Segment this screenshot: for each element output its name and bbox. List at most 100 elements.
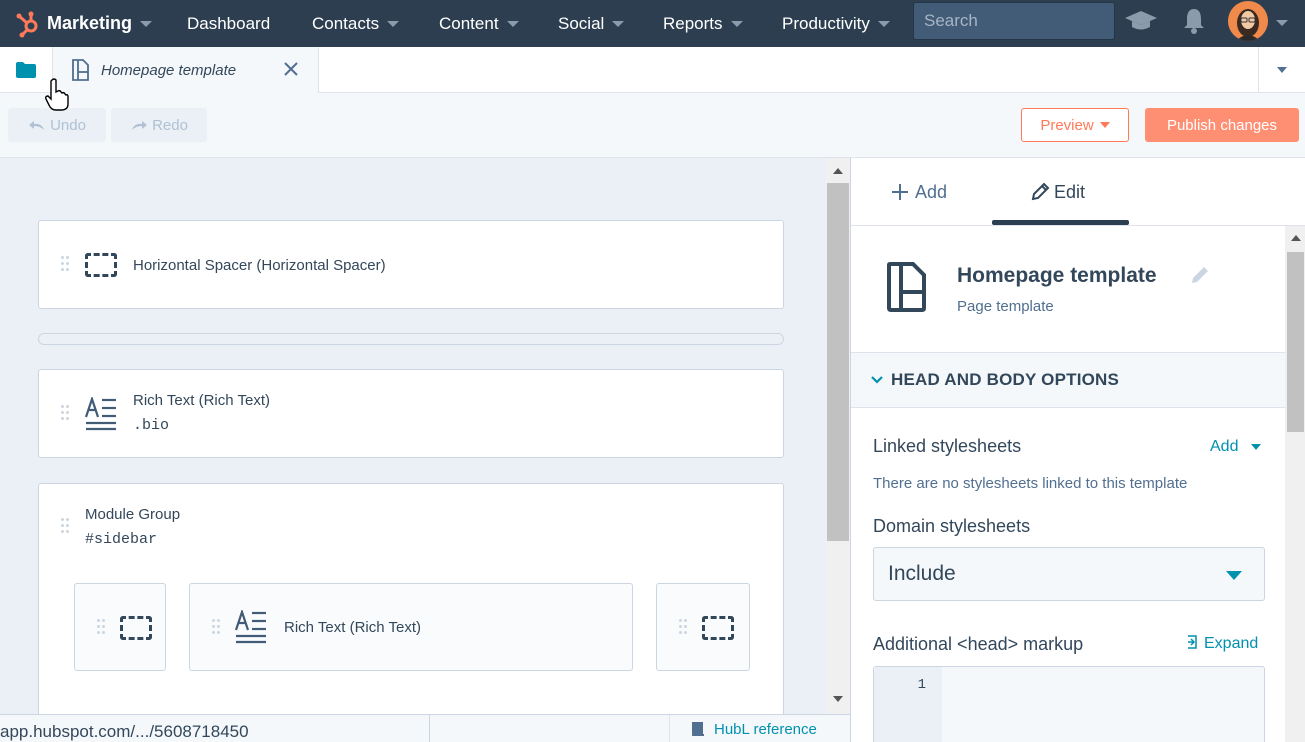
drag-handle-icon[interactable]	[61, 518, 69, 536]
folder-icon	[16, 61, 36, 78]
chevron-down-icon	[612, 20, 625, 27]
tab-edit[interactable]: Edit	[1030, 158, 1085, 226]
preview-button[interactable]: Preview	[1021, 108, 1129, 142]
module-title: Module Group	[85, 506, 181, 523]
scroll-down-icon[interactable]	[833, 696, 843, 702]
brand-menu[interactable]: Marketing	[0, 0, 153, 47]
active-tab-indicator	[992, 220, 1129, 225]
template-title: Homepage template	[957, 264, 1157, 287]
nav-item-dashboard[interactable]: Dashboard	[187, 0, 270, 47]
nav-item-social[interactable]: Social	[558, 0, 625, 47]
chevron-down-icon	[1250, 443, 1261, 450]
head-and-body-options-toggle[interactable]: HEAD AND BODY OPTIONS	[851, 352, 1285, 408]
redo-icon	[132, 121, 148, 130]
nav-item-productivity[interactable]: Productivity	[782, 0, 890, 47]
edit-name-icon[interactable]	[1189, 264, 1211, 286]
file-tab-bar: Homepage template	[0, 47, 1305, 93]
search-input[interactable]	[913, 2, 1115, 40]
module-title: Rich Text (Rich Text)	[284, 619, 421, 636]
tab-add[interactable]: Add	[891, 158, 947, 226]
nav-item-contacts[interactable]: Contacts	[312, 0, 400, 47]
head-markup-editor[interactable]: 1	[873, 666, 1265, 742]
browser-status-bar: app.hubspot.com/.../5608718450	[0, 714, 430, 742]
module-group-sidebar[interactable]: Module Group #sidebar Rich Text (Rich Te…	[38, 483, 784, 714]
chevron-down-icon	[1277, 66, 1287, 73]
panel-scrollbar[interactable]	[1285, 226, 1305, 742]
redo-label: Redo	[152, 116, 188, 134]
hand-cursor-icon	[45, 78, 69, 111]
drag-handle-icon[interactable]	[679, 619, 687, 637]
notifications-icon[interactable]	[1182, 7, 1206, 35]
layout-canvas: Horizontal Spacer (Horizontal Spacer) Ri…	[0, 158, 850, 714]
module-class: .bio	[133, 417, 170, 434]
tab-label: Homepage template	[101, 61, 237, 79]
drag-handle-icon[interactable]	[61, 256, 69, 274]
module-rich-text-bio[interactable]: Rich Text (Rich Text) .bio	[38, 369, 784, 458]
book-icon	[692, 722, 704, 736]
pencil-icon	[1031, 182, 1050, 201]
chevron-down-icon[interactable]	[1276, 20, 1288, 26]
tab-overflow-button[interactable]	[1258, 47, 1305, 92]
tab-edit-label: Edit	[1054, 181, 1086, 202]
line-number-gutter: 1	[874, 667, 942, 742]
domain-stylesheets-select[interactable]: Include	[873, 547, 1265, 601]
section-title: HEAD AND BODY OPTIONS	[891, 370, 1120, 389]
rich-text-icon	[85, 397, 116, 431]
expand-label: Expand	[1204, 635, 1259, 652]
nav-item-label: Reports	[663, 13, 723, 33]
chevron-down-icon	[387, 20, 400, 27]
canvas-scrollbar[interactable]	[826, 158, 850, 714]
group-child-spacer-left[interactable]	[74, 583, 166, 671]
template-type: Page template	[957, 298, 1054, 315]
scroll-up-icon[interactable]	[1291, 235, 1301, 241]
academy-icon[interactable]	[1124, 9, 1158, 33]
chevron-down-icon	[877, 20, 890, 27]
add-stylesheet-link[interactable]: Add	[1210, 438, 1261, 456]
undo-button[interactable]: Undo	[8, 108, 106, 142]
publish-changes-button[interactable]: Publish changes	[1145, 108, 1299, 142]
drag-handle-icon[interactable]	[212, 619, 220, 637]
drag-handle-icon[interactable]	[61, 405, 69, 423]
template-file-icon	[72, 59, 89, 81]
avatar[interactable]	[1228, 1, 1268, 41]
module-title: Rich Text (Rich Text)	[133, 392, 270, 409]
hubl-bar: HubL reference	[430, 714, 850, 742]
tab-add-label: Add	[915, 181, 948, 202]
line-number: 1	[917, 677, 926, 693]
chevron-down-icon	[730, 20, 743, 27]
module-id: #sidebar	[85, 531, 158, 548]
chevron-down-icon	[140, 20, 153, 27]
redo-button[interactable]: Redo	[111, 108, 207, 142]
hubl-reference-link[interactable]: HubL reference	[669, 715, 817, 742]
module-horizontal-spacer[interactable]: Horizontal Spacer (Horizontal Spacer)	[38, 220, 784, 309]
editor-toolbar: Undo Redo Preview Publish changes	[0, 93, 1305, 158]
close-icon[interactable]	[281, 59, 301, 79]
preview-label: Preview	[1040, 116, 1094, 134]
rich-text-icon	[235, 610, 266, 644]
group-child-rich-text[interactable]: Rich Text (Rich Text)	[189, 583, 633, 671]
scroll-up-icon[interactable]	[833, 168, 843, 174]
scrollbar-thumb[interactable]	[1287, 252, 1304, 432]
no-stylesheets-message: There are no stylesheets linked to this …	[873, 475, 1188, 492]
hubspot-sprocket-icon	[16, 11, 38, 37]
tab-homepage-template[interactable]: Homepage template	[53, 47, 319, 93]
chevron-down-icon	[871, 376, 883, 384]
plus-icon	[892, 184, 908, 200]
nav-item-label: Social	[558, 13, 605, 33]
group-child-spacer-right[interactable]	[656, 583, 750, 671]
status-url: app.hubspot.com/.../5608718450	[0, 722, 249, 741]
sidebar-panel: Add Edit Homepage template Page template…	[850, 158, 1305, 742]
spacer-icon	[120, 616, 152, 640]
scrollbar-thumb[interactable]	[827, 183, 849, 541]
undo-icon	[29, 121, 45, 130]
drag-handle-icon[interactable]	[97, 619, 105, 637]
brand-label: Marketing	[47, 13, 133, 33]
spacer-icon	[702, 616, 734, 640]
nav-item-reports[interactable]: Reports	[663, 0, 743, 47]
nav-item-label: Content	[439, 13, 499, 33]
expand-link[interactable]: Expand	[1186, 635, 1258, 653]
linked-stylesheets-label: Linked stylesheets	[873, 436, 1022, 456]
user-avatar-image	[1228, 1, 1268, 41]
nav-item-content[interactable]: Content	[439, 0, 519, 47]
module-title: Horizontal Spacer (Horizontal Spacer)	[133, 257, 386, 274]
